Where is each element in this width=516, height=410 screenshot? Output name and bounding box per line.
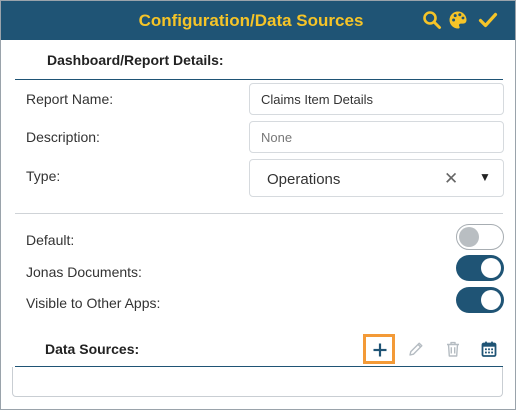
description-input[interactable] <box>249 121 504 153</box>
delete-data-source-button[interactable] <box>437 334 469 364</box>
jonas-documents-toggle[interactable] <box>456 255 504 281</box>
visible-to-other-apps-label: Visible to Other Apps: <box>26 295 161 311</box>
visible-to-other-apps-toggle[interactable] <box>456 287 504 313</box>
palette-icon[interactable] <box>448 10 468 30</box>
report-name-label: Report Name: <box>26 91 114 107</box>
search-icon[interactable] <box>422 10 442 30</box>
type-select-value: Operations <box>267 171 341 188</box>
calendar-icon <box>481 341 497 357</box>
data-sources-title: Data Sources: <box>45 341 140 357</box>
clear-icon[interactable]: ✕ <box>444 169 458 189</box>
default-toggle[interactable] <box>456 224 504 250</box>
toggle-knob <box>481 258 501 278</box>
description-label: Description: <box>26 129 100 145</box>
calendar-button[interactable] <box>473 334 505 364</box>
config-panel: Configuration/Data Sources Dashboard/Rep… <box>0 0 516 410</box>
report-name-input[interactable] <box>249 83 504 115</box>
toggle-knob <box>481 290 501 310</box>
add-icon <box>373 343 387 357</box>
delete-icon <box>447 341 459 357</box>
add-data-source-button[interactable] <box>363 334 395 364</box>
type-select[interactable]: Operations ✕ ▼ <box>249 159 504 197</box>
jonas-documents-label: Jonas Documents: <box>26 264 142 280</box>
toggles-divider <box>15 213 503 214</box>
section-divider <box>15 79 503 80</box>
panel-header: Configuration/Data Sources <box>1 1 515 40</box>
default-label: Default: <box>26 232 75 248</box>
details-section-title: Dashboard/Report Details: <box>47 52 224 68</box>
edit-data-source-button[interactable] <box>400 334 432 364</box>
toggle-knob <box>459 227 479 247</box>
data-sources-list[interactable] <box>12 367 503 397</box>
chevron-down-icon[interactable]: ▼ <box>479 170 491 184</box>
check-icon[interactable] <box>478 10 498 30</box>
type-label: Type: <box>26 168 61 184</box>
edit-icon <box>409 342 423 356</box>
